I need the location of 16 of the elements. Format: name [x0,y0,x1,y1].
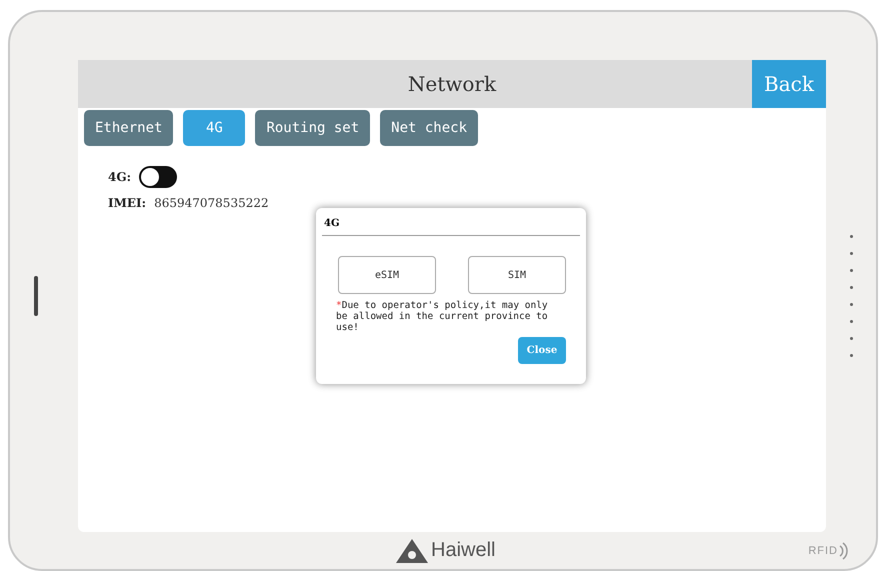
imei-label: IMEI: [108,196,146,210]
tab[interactable]: Ethernet [84,110,174,146]
tab[interactable]: 4G [183,110,246,146]
policy-note: *Due to operator's policy,it may only be allowed in the current province to use! [335,300,549,333]
page-title: Network [406,72,498,96]
switch-label: 4G: [108,170,132,184]
brand-name: Haiwell [431,539,496,562]
back-button[interactable]: Back [752,60,826,108]
tab[interactable]: Routing set [255,110,370,146]
option-button[interactable]: eSIM [338,256,436,294]
imei-value: 865947078535222 [154,196,269,210]
tab[interactable]: Net check [380,110,478,146]
dialog-title: 4G [322,214,580,236]
option-button[interactable]: SIM [468,256,566,294]
close-button[interactable]: Close [518,337,566,364]
rfid-label: RFID [808,544,838,556]
